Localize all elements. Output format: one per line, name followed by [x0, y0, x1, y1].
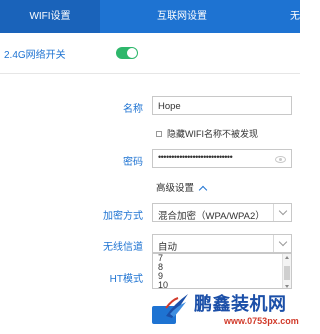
ssid-name-value: Hope — [158, 101, 181, 112]
site-watermark: 鹏鑫装机网 www.0753px.com — [160, 290, 300, 334]
watermark-title: 鹏鑫装机网 — [194, 294, 287, 315]
wifi-switch-row: 2.4G网络开关 — [0, 33, 300, 75]
password-label: 密码 — [123, 157, 143, 168]
watermark-url: www.0753px.com — [224, 316, 299, 326]
password-input[interactable]: •••••••••••••••••••••••••••• — [152, 149, 292, 168]
channel-select[interactable]: 自动 — [152, 234, 292, 253]
hide-ssid-checkbox[interactable] — [156, 130, 162, 137]
channel-option[interactable]: 8 — [153, 263, 291, 272]
top-tab-bar: WIFI设置 互联网设置 无 — [0, 0, 300, 33]
section-divider — [0, 73, 300, 74]
ssid-name-input[interactable]: Hope — [152, 96, 292, 115]
channel-option[interactable]: 7 — [153, 254, 291, 263]
hide-ssid-label: 隐藏WIFI名称不被发现 — [167, 129, 258, 139]
hide-ssid-row[interactable]: 隐藏WIFI名称不被发现 — [156, 127, 258, 140]
eye-icon[interactable] — [275, 156, 286, 163]
encryption-label: 加密方式 — [103, 211, 143, 222]
toggle-knob — [127, 48, 137, 58]
tab-more[interactable]: 无 — [242, 0, 300, 33]
ssid-name-label: 名称 — [123, 104, 143, 115]
watermark-logo-icon — [165, 294, 188, 318]
channel-label: 无线信道 — [103, 242, 143, 253]
channel-dropdown-list: 7 8 9 10 — [152, 253, 292, 289]
advanced-settings-label: 高级设置 — [156, 183, 195, 194]
channel-option[interactable]: 10 — [153, 281, 291, 289]
advanced-settings-toggle[interactable]: 高级设置 — [156, 180, 208, 195]
tab-wifi-settings[interactable]: WIFI设置 — [0, 0, 100, 33]
encryption-select[interactable]: 混合加密（WPA/WPA2） — [152, 203, 292, 222]
ht-mode-label: HT模式 — [109, 274, 143, 285]
scroll-down-icon[interactable] — [285, 285, 289, 288]
scroll-thumb[interactable] — [284, 266, 290, 280]
encryption-value: 混合加密（WPA/WPA2） — [158, 211, 265, 222]
chevron-down-icon — [273, 235, 291, 252]
channel-option[interactable]: 9 — [153, 272, 291, 281]
chevron-down-icon — [273, 204, 291, 221]
scroll-up-icon[interactable] — [285, 256, 289, 259]
tab-internet-settings[interactable]: 互联网设置 — [122, 0, 242, 33]
wifi-switch-label: 2.4G网络开关 — [4, 50, 66, 61]
channel-value: 自动 — [158, 242, 178, 253]
dropdown-scrollbar[interactable] — [282, 254, 291, 288]
wifi-toggle-switch[interactable] — [116, 47, 138, 59]
chevron-up-icon — [198, 185, 208, 195]
password-value: •••••••••••••••••••••••••••• — [158, 152, 233, 162]
